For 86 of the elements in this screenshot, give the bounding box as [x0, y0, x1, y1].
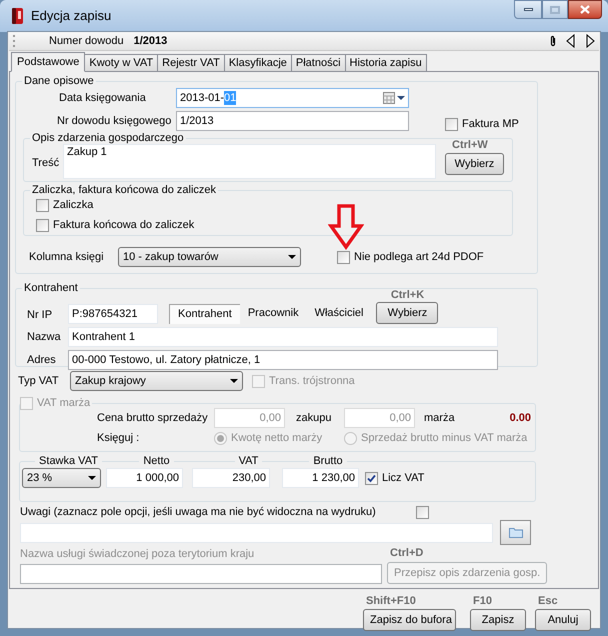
amount-field[interactable]: 1 230,00	[282, 468, 359, 488]
toggle-option[interactable]: Pracownik	[240, 304, 307, 324]
tab[interactable]: Rejestr VAT	[157, 54, 225, 72]
button[interactable]: Wybierz	[376, 302, 438, 324]
field-label: Nr dowodu księgowego	[57, 114, 172, 128]
radio-label: Kwotę netto marży	[231, 431, 322, 445]
checkbox[interactable]	[36, 218, 49, 232]
close-icon	[580, 5, 590, 14]
checkbox-label: Nie podlega art 24d PDOF	[354, 250, 484, 264]
field-label: Nazwa	[27, 330, 62, 344]
previous-icon[interactable]	[566, 34, 575, 48]
checkbox[interactable]	[337, 250, 350, 264]
group-title: Zaliczka, faktura końcowa do zaliczek	[31, 184, 218, 196]
field-label: Kolumna księgi	[29, 250, 105, 264]
text-field[interactable]: 1/2013	[176, 111, 409, 131]
caret-icon[interactable]	[397, 96, 405, 100]
tab[interactable]: Klasyfikacje	[224, 54, 292, 72]
group-title: Opis zdarzenia gospodarczego	[31, 132, 185, 144]
checkbox-label: Faktura końcowa do zaliczek	[53, 218, 194, 232]
shortcut-label: Shift+F10	[366, 594, 416, 608]
field-label: zakupu	[296, 411, 332, 425]
dropdown[interactable]: Zakup krajowy	[70, 371, 243, 391]
tab[interactable]: Kwoty w VAT	[84, 54, 158, 72]
close-button[interactable]	[568, 0, 602, 19]
margin-value: 0.00	[510, 411, 531, 425]
maximize-button[interactable]	[542, 0, 568, 19]
field-label: Treść	[32, 156, 60, 170]
caret-icon	[230, 379, 238, 383]
toggle-option[interactable]: Kontrahent	[169, 304, 240, 324]
shortcut-label: Ctrl+D	[390, 546, 424, 560]
text-area[interactable]: Zakup 1	[63, 144, 436, 179]
group-title: Kontrahent	[23, 282, 79, 294]
date-field[interactable]: 2013-01-01	[176, 88, 409, 108]
folder-button[interactable]	[500, 520, 531, 545]
toggle-option[interactable]: Właściciel	[306, 304, 372, 324]
text-field[interactable]: P:987654321	[68, 304, 158, 324]
text-field[interactable]	[20, 564, 382, 584]
tab[interactable]: Podstawowe	[11, 52, 86, 72]
document-number: 1/2013	[134, 34, 168, 48]
dropdown[interactable]: 10 - zakup towarów	[118, 247, 301, 267]
checkbox-label: Licz VAT	[382, 471, 424, 485]
amount-field[interactable]: 1 000,00	[106, 468, 183, 488]
shortcut-label: Ctrl+W	[452, 138, 488, 152]
amount-field[interactable]: 230,00	[192, 468, 270, 488]
caret-icon	[288, 255, 296, 259]
caret-icon	[88, 476, 96, 480]
window-title: Edycja zapisu	[31, 9, 112, 23]
checkbox-label: VAT marża	[37, 396, 90, 410]
checkbox[interactable]	[36, 198, 49, 212]
checkbox[interactable]	[445, 118, 458, 130]
checkbox-label: Trans. trójstronna	[269, 374, 355, 388]
group-title: Dane opisowe	[23, 75, 95, 87]
button[interactable]: Anuluj	[535, 609, 591, 631]
paperclip-icon[interactable]	[550, 35, 556, 47]
field-label: marża	[424, 411, 455, 425]
field-label: Nazwa usługi świadczonej poza terytorium kraju	[20, 547, 256, 561]
field-label: Nr IP	[27, 308, 54, 322]
text-field[interactable]: 00-000 Testowo, ul. Zatory płatnicze, 1	[68, 350, 498, 370]
dropdown[interactable]: 23 %	[22, 468, 101, 488]
radio-label: Sprzedaż brutto minus VAT marża	[361, 431, 528, 445]
tab[interactable]: Historia zapisu	[344, 54, 427, 72]
checkbox[interactable]	[416, 506, 429, 518]
button[interactable]: Zapisz	[470, 609, 526, 631]
field-label: Data księgowania	[59, 91, 147, 105]
minimize-button[interactable]	[514, 0, 542, 19]
checkbox-label: Zaliczka	[53, 198, 94, 212]
field-label: Typ VAT	[18, 374, 60, 388]
grip-icon	[13, 35, 16, 47]
app-icon	[10, 7, 26, 25]
folder-icon	[508, 527, 522, 538]
text-field[interactable]: Kontrahent 1	[68, 327, 498, 347]
shortcut-label: F10	[473, 594, 492, 608]
field-label: Uwagi (zaznacz pole opcji, jeśli uwaga ma nie być widoczna na wydruku)	[20, 505, 377, 519]
field-label: Cena brutto sprzedaży	[97, 411, 209, 425]
shortcut-label: Esc	[538, 594, 558, 608]
down-arrow-icon	[328, 204, 364, 250]
field-label: Adres	[27, 353, 57, 367]
field-label: Numer dowodu	[49, 34, 124, 48]
next-icon[interactable]	[586, 34, 595, 48]
checkbox[interactable]	[365, 472, 378, 484]
button[interactable]: Wybierz	[445, 153, 504, 175]
tab[interactable]: Płatności	[290, 54, 346, 72]
checkbox-label: Faktura MP	[462, 117, 519, 131]
field-label: Księguj :	[97, 431, 140, 445]
shortcut-label: Ctrl+K	[390, 288, 424, 302]
button[interactable]: Zapisz do bufora	[363, 609, 456, 631]
